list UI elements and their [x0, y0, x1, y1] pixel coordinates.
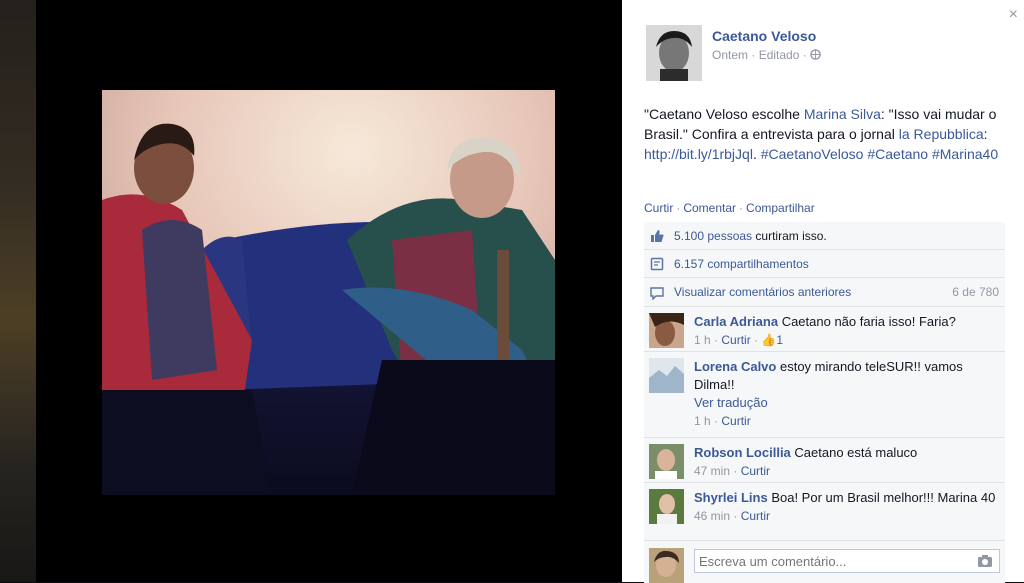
commenter-avatar[interactable] — [649, 489, 684, 524]
page-background-strip — [0, 0, 36, 582]
commenter-name[interactable]: Lorena Calvo — [694, 359, 776, 374]
post-edited-label[interactable]: Editado — [759, 48, 800, 62]
post-author-name[interactable]: Caetano Veloso — [712, 28, 816, 44]
see-translation-link[interactable]: Ver tradução — [694, 395, 768, 410]
share-button[interactable]: Compartilhar — [746, 201, 815, 215]
comment-time[interactable]: 47 min — [694, 464, 730, 478]
comment-like-button[interactable]: Curtir — [741, 464, 770, 478]
post-hashtags[interactable]: #CaetanoVeloso #Caetano #Marina40 — [761, 146, 998, 162]
comment-button[interactable]: Comentar — [683, 201, 736, 215]
post-time[interactable]: Ontem — [712, 48, 748, 62]
comment-time[interactable]: 1 h — [694, 414, 711, 428]
comment-item: Lorena Calvo estoy mirando teleSUR!! vam… — [644, 351, 1005, 437]
post-actions: Curtir · Comentar · Compartilhar — [644, 201, 815, 215]
post-link[interactable]: http://bit.ly/1rbjJql — [644, 146, 753, 162]
like-button[interactable]: Curtir — [644, 201, 673, 215]
mention-marina-silva[interactable]: Marina Silva — [804, 106, 881, 122]
commenter-avatar[interactable] — [649, 358, 684, 393]
likes-count-link[interactable]: 5.100 pessoas — [674, 229, 752, 243]
comment-composer — [644, 540, 1005, 583]
comments-pager: 6 de 780 — [952, 285, 999, 299]
comment-text: Caetano está maluco — [794, 445, 918, 460]
post-text: "Caetano Veloso escolhe Marina Silva: "I… — [644, 106, 999, 162]
post-meta: Ontem · Editado · — [712, 48, 821, 62]
likes-row: 5.100 pessoas curtiram isso. — [644, 222, 1005, 250]
photo-image — [102, 90, 555, 495]
share-icon — [650, 257, 664, 271]
post-detail-panel: × Caetano Veloso Ontem · Editado · "Caet… — [622, 0, 1024, 583]
view-previous-comments-link[interactable]: Visualizar comentários anteriores — [674, 285, 851, 299]
comment-text: Caetano não faria isso! Faria? — [781, 314, 956, 329]
comment-text: Boa! Por um Brasil melhor!!! Marina 40 — [771, 490, 996, 505]
comment-item: Robson Locillia Caetano está maluco 47 m… — [644, 437, 1005, 482]
comment-like-button[interactable]: Curtir — [721, 414, 750, 428]
commenter-avatar[interactable] — [649, 444, 684, 479]
shares-count-link[interactable]: 6.157 compartilhamentos — [674, 257, 809, 271]
post-photo[interactable] — [102, 90, 555, 495]
author-avatar[interactable] — [646, 25, 702, 81]
comment-time[interactable]: 46 min — [694, 509, 730, 523]
camera-icon[interactable] — [977, 553, 993, 569]
mention-la-repubblica[interactable]: la Repubblica — [899, 126, 984, 142]
comment-icon — [650, 287, 664, 300]
commenter-name[interactable]: Robson Locillia — [694, 445, 791, 460]
comment-item: Carla Adriana Caetano não faria isso! Fa… — [644, 306, 1005, 351]
view-previous-row: Visualizar comentários anteriores 6 de 7… — [644, 278, 1005, 307]
comment-likes-count[interactable]: 👍1 — [761, 333, 783, 347]
comment-time[interactable]: 1 h — [694, 333, 711, 347]
shares-row: 6.157 compartilhamentos — [644, 250, 1005, 278]
thumbs-up-icon — [651, 230, 664, 242]
current-user-avatar — [649, 548, 684, 583]
comment-like-button[interactable]: Curtir — [721, 333, 750, 347]
comment-input[interactable] — [694, 549, 1000, 573]
comment-item: Shyrlei Lins Boa! Por um Brasil melhor!!… — [644, 482, 1005, 541]
commenter-name[interactable]: Carla Adriana — [694, 314, 778, 329]
commenter-avatar[interactable] — [649, 313, 684, 348]
comment-like-button[interactable]: Curtir — [741, 509, 770, 523]
commenter-name[interactable]: Shyrlei Lins — [694, 490, 768, 505]
close-icon[interactable]: × — [1009, 6, 1018, 24]
globe-icon[interactable] — [810, 49, 821, 60]
